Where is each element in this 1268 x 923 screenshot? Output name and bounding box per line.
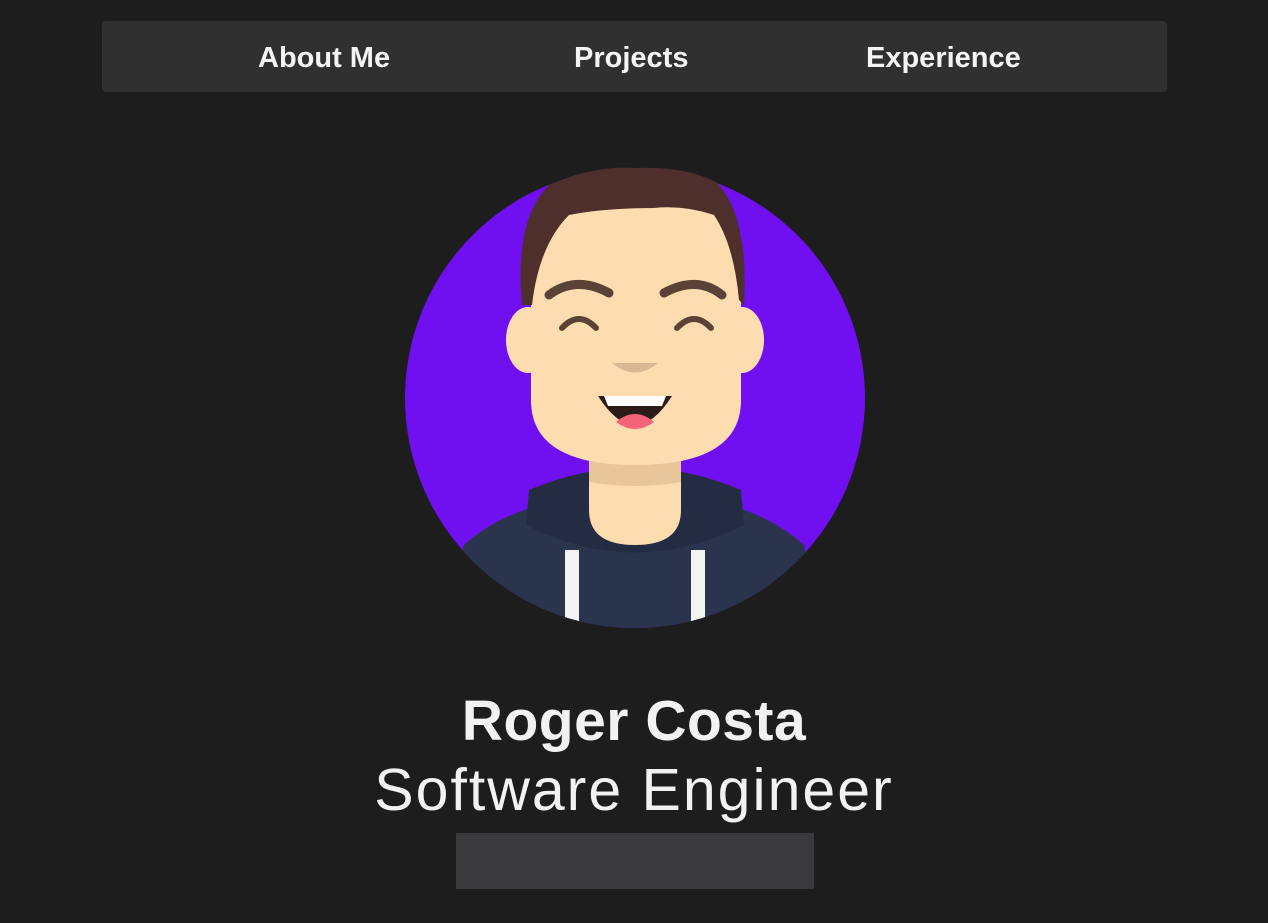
top-nav: About Me Projects Experience: [102, 21, 1167, 92]
avatar-illustration-icon: [405, 167, 865, 628]
nav-item-experience[interactable]: Experience: [866, 21, 1021, 92]
nav-item-about-me[interactable]: About Me: [258, 21, 390, 92]
profile-name: Roger Costa: [461, 689, 807, 753]
teeth: [604, 396, 666, 406]
nav-item-projects[interactable]: Projects: [574, 21, 688, 92]
avatar: [404, 160, 866, 630]
ear-right: [720, 307, 764, 373]
hoodie-string-left: [565, 550, 579, 628]
ear-left: [506, 307, 550, 373]
hoodie-string-right: [691, 550, 705, 628]
action-button[interactable]: [456, 833, 814, 889]
profile-title: Software Engineer: [374, 757, 894, 823]
